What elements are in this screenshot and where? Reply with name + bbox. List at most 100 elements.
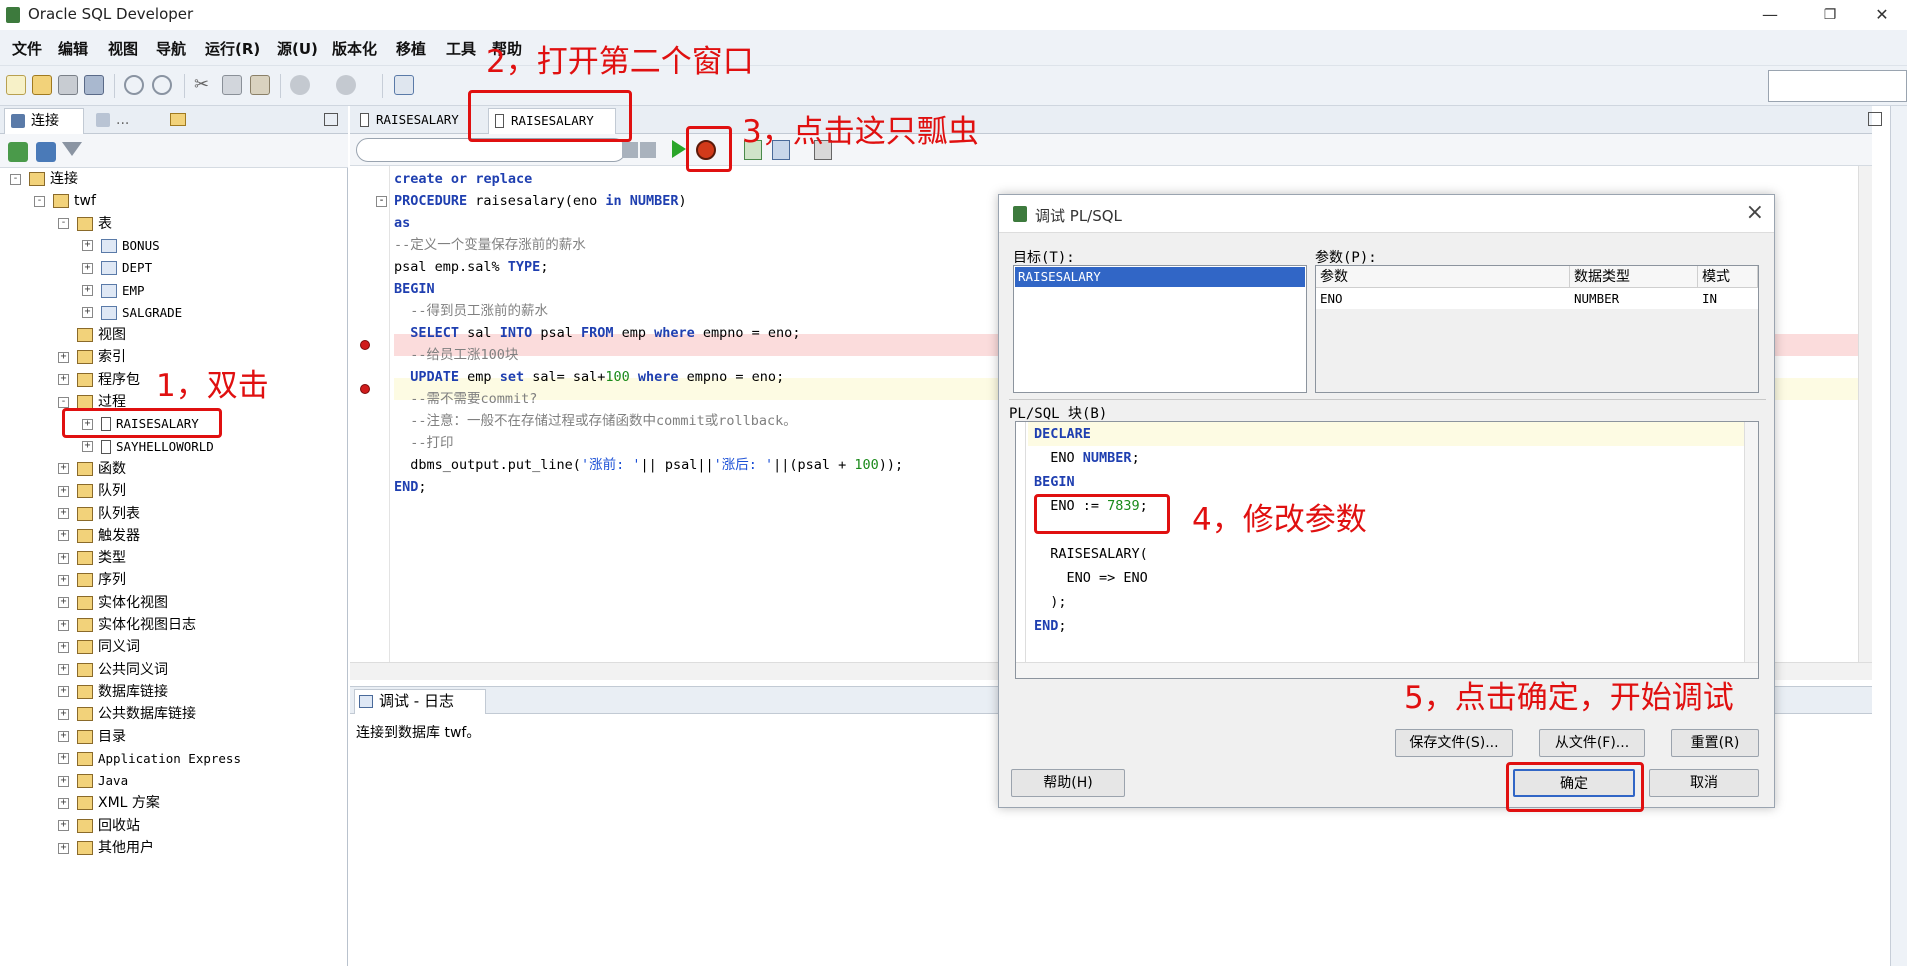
vertical-scrollbar[interactable] (1858, 166, 1872, 666)
menu-tools[interactable]: 工具 (446, 38, 476, 59)
undo-icon[interactable] (124, 75, 144, 95)
tree-item[interactable]: + 类型 (58, 547, 126, 569)
filter-icon[interactable] (62, 142, 82, 156)
save-all-icon[interactable] (84, 75, 104, 95)
target-list[interactable]: RAISESALARY (1013, 265, 1307, 393)
fold-toggle[interactable]: - (376, 196, 387, 207)
from-file-button[interactable]: 从文件(F)... (1539, 729, 1645, 757)
cancel-button[interactable]: 取消 (1649, 769, 1759, 797)
block-code-line[interactable]: ENO => ENO (1034, 566, 1148, 590)
tree-expander-icon[interactable]: - (58, 218, 69, 230)
tree-item[interactable]: + 触发器 (58, 525, 140, 547)
redo-icon[interactable] (152, 75, 172, 95)
save-file-button[interactable]: 保存文件(S)... (1395, 729, 1513, 757)
menu-source[interactable]: 源(U) (277, 38, 318, 59)
code-line[interactable]: SELECT sal INTO psal FROM emp where empn… (394, 322, 800, 344)
tree-item[interactable]: + 实体化视图 (58, 592, 168, 614)
sql-worksheet-icon[interactable] (394, 75, 414, 95)
block-code-line[interactable]: RAISESALARY( (1034, 542, 1148, 566)
reset-button[interactable]: 重置(R) (1671, 729, 1759, 757)
tree-item[interactable]: -表 (58, 213, 112, 235)
add-connection-icon[interactable] (8, 142, 28, 162)
menu-navigate[interactable]: 导航 (156, 38, 186, 59)
tree-item[interactable]: + 数据库链接 (58, 681, 168, 703)
maximize-button[interactable]: ❐ (1810, 2, 1850, 28)
close-window-button[interactable]: ✕ (1862, 2, 1902, 28)
code-line[interactable]: --打印 (394, 432, 453, 454)
code-line[interactable]: PROCEDURE raisesalary(eno in NUMBER) (394, 190, 687, 212)
tree-item[interactable]: + 实体化视图日志 (58, 614, 196, 636)
param-type-header[interactable]: 数据类型 (1570, 266, 1698, 288)
tree-expander-icon[interactable]: + (58, 686, 69, 698)
code-line[interactable]: --定义一个变量保存涨前的薪水 (394, 234, 586, 256)
tree-item[interactable]: + 回收站 (58, 815, 140, 837)
code-line[interactable]: UPDATE emp set sal= sal+100 where empno … (394, 366, 784, 388)
params-grid[interactable]: 参数 数据类型 模式 ENO NUMBER IN (1315, 265, 1759, 393)
block-code-line[interactable]: ); (1034, 590, 1066, 614)
tab-files[interactable] (164, 108, 204, 134)
tree-expander-icon[interactable]: + (58, 508, 69, 519)
tab-raisesalary-1[interactable]: RAISESALARY (354, 108, 464, 134)
minimize-panel-icon[interactable] (324, 113, 338, 126)
menu-view[interactable]: 视图 (108, 38, 138, 59)
param-mode-header[interactable]: 模式 (1698, 266, 1758, 288)
save-icon[interactable] (58, 75, 78, 95)
tree-item[interactable]: + SALGRADE (82, 302, 182, 324)
tree-item[interactable]: - twf (34, 190, 96, 212)
tree-expander-icon[interactable]: + (58, 731, 69, 742)
help-button[interactable]: 帮助(H) (1011, 769, 1125, 797)
tree-item[interactable]: 视图 (58, 324, 126, 346)
menu-migration[interactable]: 移植 (396, 38, 426, 59)
run-icon[interactable] (672, 140, 686, 158)
breakpoint-icon[interactable] (360, 340, 370, 350)
block-code-line[interactable]: DECLARE (1034, 422, 1091, 446)
block-code-line[interactable]: BEGIN (1034, 470, 1075, 494)
code-line[interactable]: as (394, 212, 410, 234)
up-arrow-icon[interactable] (640, 142, 656, 158)
block-code-line[interactable]: ENO NUMBER; (1034, 446, 1139, 470)
new-icon[interactable] (6, 75, 26, 95)
code-line[interactable]: --需不需要commit? (394, 388, 537, 410)
refresh-icon[interactable] (36, 142, 56, 162)
tree-expander-icon[interactable]: + (58, 708, 69, 720)
tree-expander-icon[interactable]: + (58, 619, 69, 631)
tree-expander-icon[interactable]: + (58, 753, 69, 765)
connection-selector[interactable] (1768, 70, 1907, 102)
tree-expander-icon[interactable]: - (34, 195, 45, 207)
tree-expander-icon[interactable]: + (58, 485, 69, 497)
tree-item[interactable]: + SAYHELLOWORLD (82, 436, 214, 458)
open-folder-icon[interactable] (32, 75, 52, 95)
tree-expander-icon[interactable]: + (82, 285, 93, 296)
tab-connections[interactable]: 连接 (4, 108, 84, 134)
tree-expander-icon[interactable]: + (58, 820, 69, 832)
tree-expander-icon[interactable]: + (58, 842, 69, 854)
tree-expander-icon[interactable]: + (58, 530, 69, 542)
code-line[interactable]: create or replace (394, 168, 532, 190)
tree-item[interactable]: + 同义词 (58, 636, 140, 658)
block-vertical-scrollbar[interactable] (1744, 422, 1758, 662)
copy-icon[interactable] (222, 75, 242, 95)
tree-item[interactable]: + DEPT (82, 257, 152, 279)
tab-list-icon[interactable] (1868, 112, 1882, 126)
tree-expander-icon[interactable]: + (58, 463, 69, 475)
param-name-cell[interactable]: ENO (1316, 289, 1570, 309)
tree-item[interactable]: + 索引 (58, 346, 126, 368)
tree-item[interactable]: + 队列表 (58, 503, 140, 525)
param-mode-cell[interactable]: IN (1698, 289, 1758, 309)
down-arrow-icon[interactable] (622, 142, 638, 158)
tree-expander-icon[interactable]: + (58, 351, 69, 363)
tree-item[interactable]: - 连接 (10, 168, 78, 190)
tree-item[interactable]: + Java (58, 770, 128, 792)
tree-item[interactable]: + 程序包 (58, 369, 140, 391)
menu-file[interactable]: 文件 (12, 38, 42, 59)
code-line[interactable]: --注意：一般不在存储过程或存储函数中commit或rollback。 (394, 410, 797, 432)
tree-expander-icon[interactable]: + (58, 574, 69, 586)
param-type-cell[interactable]: NUMBER (1570, 289, 1698, 309)
tree-expander-icon[interactable]: + (58, 597, 69, 609)
code-line[interactable]: dbms_output.put_line('涨前: '|| psal||'涨后:… (394, 454, 903, 476)
breakpoint-icon[interactable] (360, 384, 370, 394)
paste-icon[interactable] (250, 75, 270, 95)
cut-icon[interactable]: ✂ (194, 75, 214, 95)
tree-item[interactable]: + BONUS (82, 235, 160, 257)
menu-run[interactable]: 运行(R) (205, 38, 260, 59)
